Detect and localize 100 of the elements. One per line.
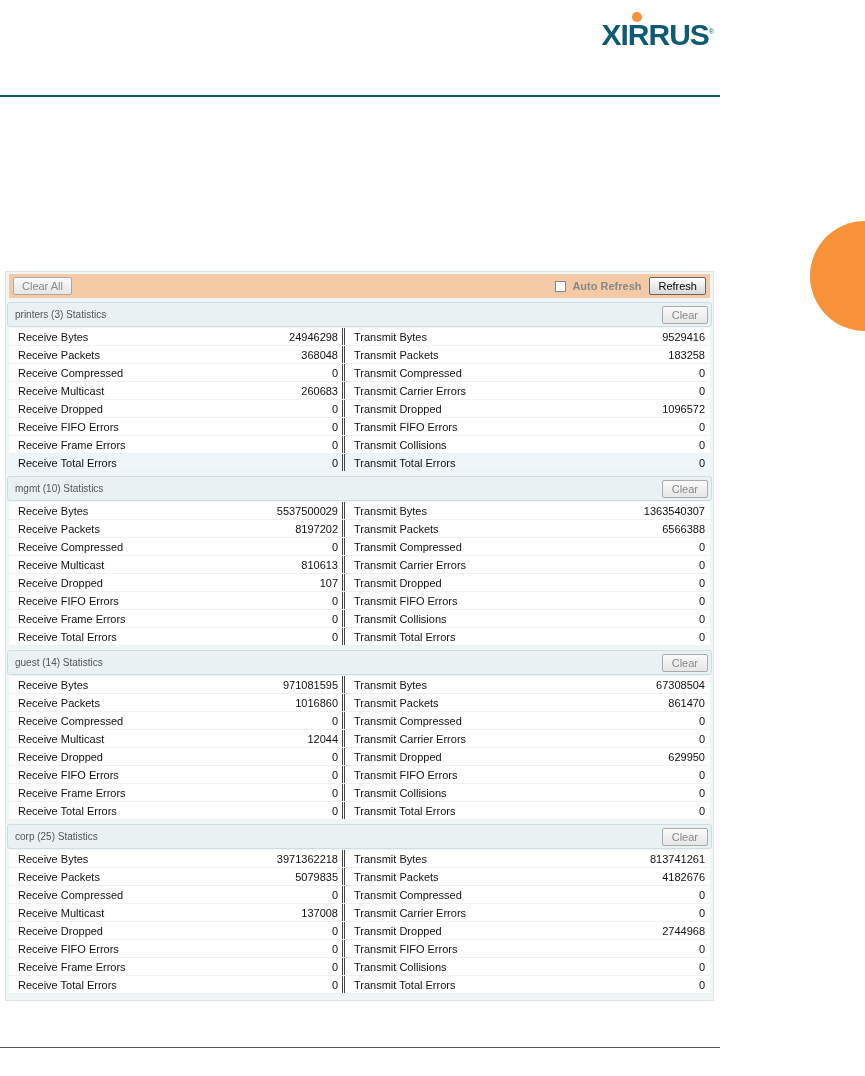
stat-label: Transmit Total Errors bbox=[354, 978, 456, 991]
auto-refresh-label[interactable]: Auto Refresh bbox=[572, 280, 642, 292]
stat-label: Transmit Total Errors bbox=[354, 804, 456, 817]
stat-value: 0 bbox=[331, 978, 338, 991]
stat-label: Receive Total Errors bbox=[18, 456, 117, 469]
stat-value: 0 bbox=[331, 768, 338, 781]
section-title: printers (3) Statistics bbox=[15, 309, 107, 320]
stat-value: 5079835 bbox=[295, 870, 338, 883]
stat-label: Transmit Dropped bbox=[354, 924, 442, 937]
stat-value: 813741261 bbox=[649, 852, 705, 865]
stat-value: 0 bbox=[331, 438, 338, 451]
clear-button[interactable]: Clear bbox=[661, 827, 708, 846]
stat-value: 861470 bbox=[668, 696, 705, 709]
stat-label: Receive Bytes bbox=[18, 852, 89, 865]
stat-label: Transmit Packets bbox=[354, 870, 439, 883]
stat-value: 6566388 bbox=[662, 522, 705, 535]
stat-value: 0 bbox=[331, 888, 338, 901]
stat-label: Receive Frame Errors bbox=[18, 786, 126, 799]
stat-value: 629950 bbox=[668, 750, 705, 763]
stat-value: 4182676 bbox=[662, 870, 705, 883]
stat-value: 0 bbox=[698, 630, 705, 643]
stat-value: 8197202 bbox=[295, 522, 338, 535]
stat-value: 0 bbox=[698, 804, 705, 817]
stat-value: 0 bbox=[698, 558, 705, 571]
stat-value: 0 bbox=[698, 366, 705, 379]
section-title: mgmt (10) Statistics bbox=[15, 483, 104, 494]
stat-value: 0 bbox=[331, 960, 338, 973]
stat-label: Transmit Collisions bbox=[354, 438, 447, 451]
stat-value: 810613 bbox=[301, 558, 338, 571]
clear-button[interactable]: Clear bbox=[661, 653, 708, 672]
stat-label: Receive FIFO Errors bbox=[18, 420, 119, 433]
stat-label: Receive Total Errors bbox=[18, 630, 117, 643]
stat-value: 0 bbox=[698, 420, 705, 433]
auto-refresh-checkbox[interactable] bbox=[555, 280, 567, 292]
stat-label: Receive Multicast bbox=[18, 732, 105, 745]
stat-value: 0 bbox=[698, 612, 705, 625]
stat-value: 0 bbox=[698, 786, 705, 799]
stat-label: Receive FIFO Errors bbox=[18, 768, 119, 781]
stat-label: Receive FIFO Errors bbox=[18, 942, 119, 955]
stat-label: Receive Bytes bbox=[18, 330, 89, 343]
stat-label: Transmit FIFO Errors bbox=[354, 768, 458, 781]
clear-button[interactable]: Clear bbox=[661, 479, 708, 498]
refresh-button[interactable]: Refresh bbox=[649, 277, 706, 295]
stat-value: 0 bbox=[331, 714, 338, 727]
stat-label: Transmit Compressed bbox=[354, 888, 462, 901]
stat-value: 0 bbox=[331, 594, 338, 607]
stat-value: 5537500029 bbox=[276, 504, 338, 517]
stat-value: 67308504 bbox=[656, 678, 705, 691]
stat-label: Receive Packets bbox=[18, 348, 100, 361]
stat-label: Transmit Compressed bbox=[354, 366, 462, 379]
stat-label: Receive Dropped bbox=[18, 750, 103, 763]
stat-label: Transmit Compressed bbox=[354, 540, 462, 553]
stat-value: 0 bbox=[698, 384, 705, 397]
section-title: corp (25) Statistics bbox=[15, 831, 98, 842]
stat-value: 0 bbox=[331, 942, 338, 955]
stat-value: 0 bbox=[698, 732, 705, 745]
stat-label: Receive Packets bbox=[18, 870, 100, 883]
stat-label: Transmit Carrier Errors bbox=[354, 558, 467, 571]
stat-label: Receive Packets bbox=[18, 696, 100, 709]
stat-label: Transmit Total Errors bbox=[354, 630, 456, 643]
stat-value: 971081595 bbox=[282, 678, 338, 691]
stat-value: 0 bbox=[331, 750, 338, 763]
stat-label: Transmit Collisions bbox=[354, 612, 447, 625]
logo-dot-icon bbox=[632, 12, 643, 22]
stat-label: Transmit Bytes bbox=[354, 678, 427, 691]
stat-label: Transmit Carrier Errors bbox=[354, 732, 467, 745]
stat-value: 183258 bbox=[668, 348, 705, 361]
stat-value: 0 bbox=[331, 456, 338, 469]
stat-label: Receive Compressed bbox=[18, 540, 124, 553]
stat-value: 0 bbox=[331, 366, 338, 379]
stat-label: Receive Compressed bbox=[18, 714, 124, 727]
stat-value: 1016860 bbox=[295, 696, 338, 709]
stat-value: 0 bbox=[698, 888, 705, 901]
stat-label: Receive Multicast bbox=[18, 384, 105, 397]
clear-all-button[interactable]: Clear All bbox=[13, 277, 72, 295]
stat-label: Transmit FIFO Errors bbox=[354, 594, 458, 607]
stat-value: 0 bbox=[698, 768, 705, 781]
stat-label: Receive Total Errors bbox=[18, 804, 117, 817]
stat-label: Transmit Total Errors bbox=[354, 456, 456, 469]
stat-value: 0 bbox=[698, 906, 705, 919]
section-title: guest (14) Statistics bbox=[15, 657, 103, 668]
stat-value: 1363540307 bbox=[643, 504, 705, 517]
stat-value: 0 bbox=[331, 924, 338, 937]
stat-value: 0 bbox=[698, 576, 705, 589]
stat-label: Transmit FIFO Errors bbox=[354, 942, 458, 955]
stat-value: 0 bbox=[698, 540, 705, 553]
stat-value: 0 bbox=[331, 540, 338, 553]
stat-value: 0 bbox=[331, 420, 338, 433]
clear-button[interactable]: Clear bbox=[661, 305, 708, 324]
stat-value: 368048 bbox=[301, 348, 338, 361]
stat-value: 137008 bbox=[301, 906, 338, 919]
stat-label: Transmit Carrier Errors bbox=[354, 906, 467, 919]
stat-value: 0 bbox=[698, 438, 705, 451]
stat-value: 0 bbox=[698, 978, 705, 991]
stat-label: Receive Bytes bbox=[18, 504, 89, 517]
stat-label: Receive Compressed bbox=[18, 888, 124, 901]
stat-label: Transmit Packets bbox=[354, 696, 439, 709]
stat-value: 0 bbox=[698, 942, 705, 955]
stat-label: Receive FIFO Errors bbox=[18, 594, 119, 607]
stat-value: 1096572 bbox=[662, 402, 705, 415]
